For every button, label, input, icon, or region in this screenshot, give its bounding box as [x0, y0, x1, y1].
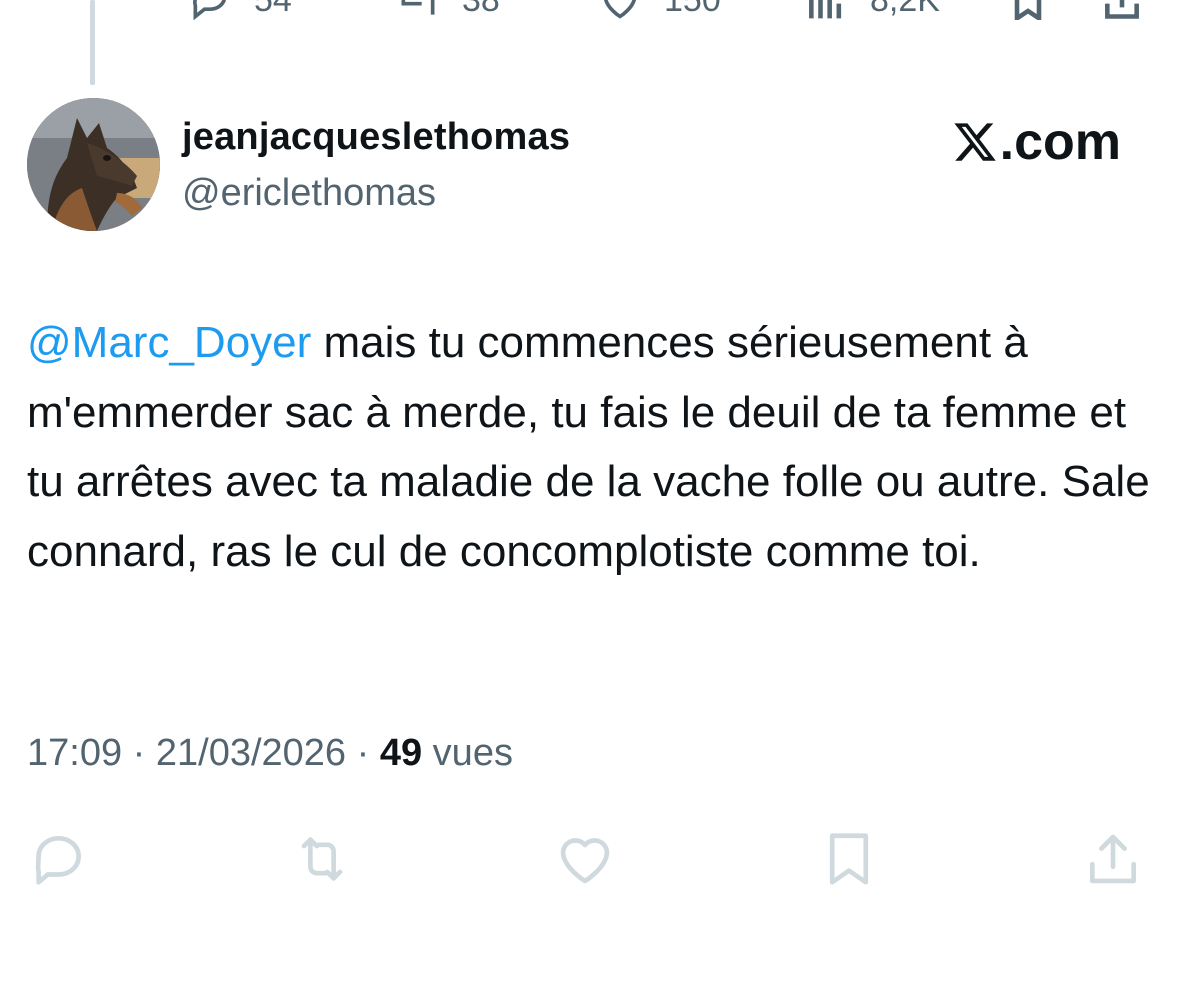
thread-connector-line: [90, 0, 95, 85]
prev-repost-count: 38: [462, 0, 500, 20]
bookmark-button[interactable]: [818, 828, 880, 890]
reply-icon: [35, 836, 81, 885]
heart-icon: [560, 838, 610, 884]
views-icon: [809, 0, 842, 19]
prev-share-button[interactable]: [1100, 0, 1144, 20]
prev-views-button[interactable]: 8,2K: [804, 0, 940, 20]
author-display-name[interactable]: jeanjacqueslethomas: [182, 116, 570, 159]
prev-views-count: 8,2K: [870, 0, 940, 20]
heart-icon: [604, 0, 636, 19]
author-handle[interactable]: @ericlethomas: [182, 172, 436, 215]
tweet-date[interactable]: 21/03/2026: [156, 732, 346, 774]
repost-icon: [401, 0, 435, 15]
share-button[interactable]: [1082, 828, 1144, 890]
share-icon: [1105, 0, 1139, 19]
like-button[interactable]: [554, 828, 616, 890]
views-label: vues: [422, 732, 513, 774]
tweet-body: @Marc_Doyer mais tu commences sérieuseme…: [27, 308, 1152, 586]
meta-separator: ·: [346, 732, 380, 774]
prev-reply-count: 54: [254, 0, 292, 20]
prev-repost-button[interactable]: 38: [396, 0, 500, 20]
reply-button[interactable]: [27, 828, 89, 890]
x-logo-icon: [954, 123, 996, 161]
tweet-time[interactable]: 17:09: [27, 732, 122, 774]
tweet-meta: 17:09 · 21/03/2026 · 49 vues: [27, 732, 513, 775]
bookmark-icon: [1014, 0, 1042, 20]
views-count[interactable]: 49: [380, 732, 422, 774]
meta-separator: ·: [122, 732, 156, 774]
bookmark-icon: [829, 833, 869, 885]
prev-like-button[interactable]: 150: [598, 0, 721, 20]
prev-bookmark-button[interactable]: [1006, 0, 1050, 20]
mention-link[interactable]: @Marc_Doyer: [27, 318, 311, 367]
dog-avatar-icon: [27, 98, 160, 231]
x-com-brand: .com: [952, 112, 1121, 172]
previous-tweet-action-bar: 54 38 150 8,2K: [0, 0, 1179, 20]
repost-icon: [301, 837, 343, 881]
reply-icon: [193, 0, 226, 20]
brand-domain-label: .com: [999, 113, 1121, 171]
repost-button[interactable]: [291, 828, 353, 890]
share-icon: [1090, 834, 1136, 884]
author-avatar[interactable]: [27, 98, 160, 231]
prev-reply-button[interactable]: 54: [188, 0, 292, 20]
prev-like-count: 150: [664, 0, 721, 20]
